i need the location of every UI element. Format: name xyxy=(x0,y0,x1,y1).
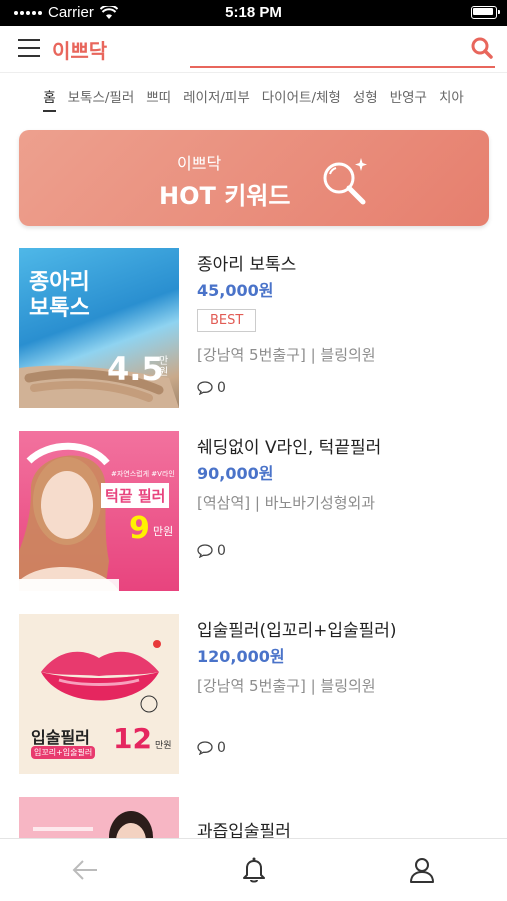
product-title[interactable]: 입술필러(입꼬리+입술필러) xyxy=(197,616,497,641)
comment-count: 0 xyxy=(197,543,226,559)
tab-plastic-surgery[interactable]: 성형 xyxy=(353,86,378,116)
thumb-price: 9 xyxy=(129,511,150,546)
status-bar: Carrier 5:18 PM xyxy=(0,0,507,26)
banner-subtitle: 이쁘닥 xyxy=(177,154,222,173)
clinic-location: [역삼역] | 바노바기성형외과 xyxy=(197,494,376,512)
clock: 5:18 PM xyxy=(225,4,282,21)
list-item[interactable]: #자연스럽게 #V라인 턱끝 필러 9 만원 쉐딩없이 V라인, 턱끝필러 90… xyxy=(0,429,507,591)
product-info: 과즙입술필러 xyxy=(197,795,497,838)
product-info: 입술필러(입꼬리+입술필러) 120,000원 [강남역 5번출구] | 블링의… xyxy=(197,612,497,696)
product-title[interactable]: 과즙입술필러 xyxy=(197,817,497,838)
list-item[interactable]: 입술필러 입꼬리+입술필러 12 만원 입술필러(입꼬리+입술필러) 120,0… xyxy=(0,612,507,774)
best-badge: BEST xyxy=(197,309,257,332)
comment-icon xyxy=(197,741,213,755)
thumb-price: 4.5 xyxy=(107,350,164,388)
product-thumbnail: 입술필러 입꼬리+입술필러 12 만원 xyxy=(19,614,179,774)
user-icon xyxy=(410,858,434,883)
header: 이쁘닥 xyxy=(0,26,507,73)
thumb-price-unit: 만원 xyxy=(155,741,172,751)
search-input[interactable] xyxy=(190,36,464,64)
comment-count: 0 xyxy=(197,380,226,396)
product-thumbnail xyxy=(19,797,179,838)
clinic-location: [강남역 5번출구] | 블링의원 xyxy=(197,346,376,364)
comment-icon xyxy=(197,544,213,558)
comment-icon xyxy=(197,381,213,395)
back-arrow-icon xyxy=(72,860,97,880)
tab-home[interactable]: 홈 xyxy=(43,86,57,116)
back-button[interactable] xyxy=(68,853,102,887)
product-price: 45,000원 xyxy=(197,281,274,300)
bell-icon xyxy=(243,857,265,883)
search-underline xyxy=(190,66,495,68)
product-thumbnail: 종아리 보톡스 4.5 만원 xyxy=(19,248,179,408)
comment-count-value: 0 xyxy=(217,740,226,756)
tab-petit[interactable]: 쁘띠 xyxy=(146,86,171,116)
thumb-price-unit: 만원 xyxy=(159,356,169,378)
search-icon[interactable] xyxy=(471,37,493,59)
clinic-location: [강남역 5번출구] | 블링의원 xyxy=(197,677,376,695)
product-price: 120,000원 xyxy=(197,647,285,666)
notifications-button[interactable] xyxy=(237,853,271,887)
comment-count-value: 0 xyxy=(217,380,226,396)
hot-keyword-banner[interactable]: 이쁘닥 HOT 키워드 xyxy=(19,130,489,226)
comment-count-value: 0 xyxy=(217,543,226,559)
product-title[interactable]: 종아리 보톡스 xyxy=(197,250,497,275)
list-item[interactable]: 과즙입술필러 xyxy=(0,795,507,838)
product-info: 종아리 보톡스 45,000원 BEST [강남역 5번출구] | 블링의원 xyxy=(197,246,497,365)
product-price: 90,000원 xyxy=(197,464,274,483)
bottom-tab-bar xyxy=(0,838,507,901)
tab-diet-body[interactable]: 다이어트/체형 xyxy=(262,86,341,116)
thumb-line1: 턱끝 필러 xyxy=(101,483,170,508)
thumb-line2: 보톡스 xyxy=(29,296,90,321)
thumb-line1: 입술필러 xyxy=(31,728,90,747)
banner-title: HOT 키워드 xyxy=(159,182,291,210)
product-title[interactable]: 쉐딩없이 V라인, 턱끝필러 xyxy=(197,433,497,458)
product-info: 쉐딩없이 V라인, 턱끝필러 90,000원 [역삼역] | 바노바기성형외과 xyxy=(197,429,497,513)
profile-button[interactable] xyxy=(405,853,439,887)
comment-count: 0 xyxy=(197,740,226,756)
tab-botox-filler[interactable]: 보톡스/필러 xyxy=(68,86,135,116)
tab-semi-permanent[interactable]: 반영구 xyxy=(390,86,427,116)
thumb-price-unit: 만원 xyxy=(153,525,174,538)
tab-laser-skin[interactable]: 레이저/피부 xyxy=(183,86,250,116)
category-tabs: 홈 보톡스/필러 쁘띠 레이저/피부 다이어트/체형 성형 반영구 치아 xyxy=(0,86,507,116)
thumb-top: #자연스럽게 #V라인 xyxy=(111,470,175,478)
tab-dental[interactable]: 치아 xyxy=(439,86,464,116)
battery-icon xyxy=(471,6,500,19)
app-logo[interactable]: 이쁘닥 xyxy=(52,35,107,64)
list-item[interactable]: 종아리 보톡스 4.5 만원 종아리 보톡스 45,000원 BEST [강남역… xyxy=(0,246,507,408)
thumb-line2: 입꼬리+입술필러 xyxy=(31,746,96,759)
thumb-price: 12 xyxy=(113,722,152,755)
menu-icon[interactable] xyxy=(18,39,40,57)
magnifier-icon xyxy=(323,158,367,205)
product-thumbnail: #자연스럽게 #V라인 턱끝 필러 9 만원 xyxy=(19,431,179,591)
